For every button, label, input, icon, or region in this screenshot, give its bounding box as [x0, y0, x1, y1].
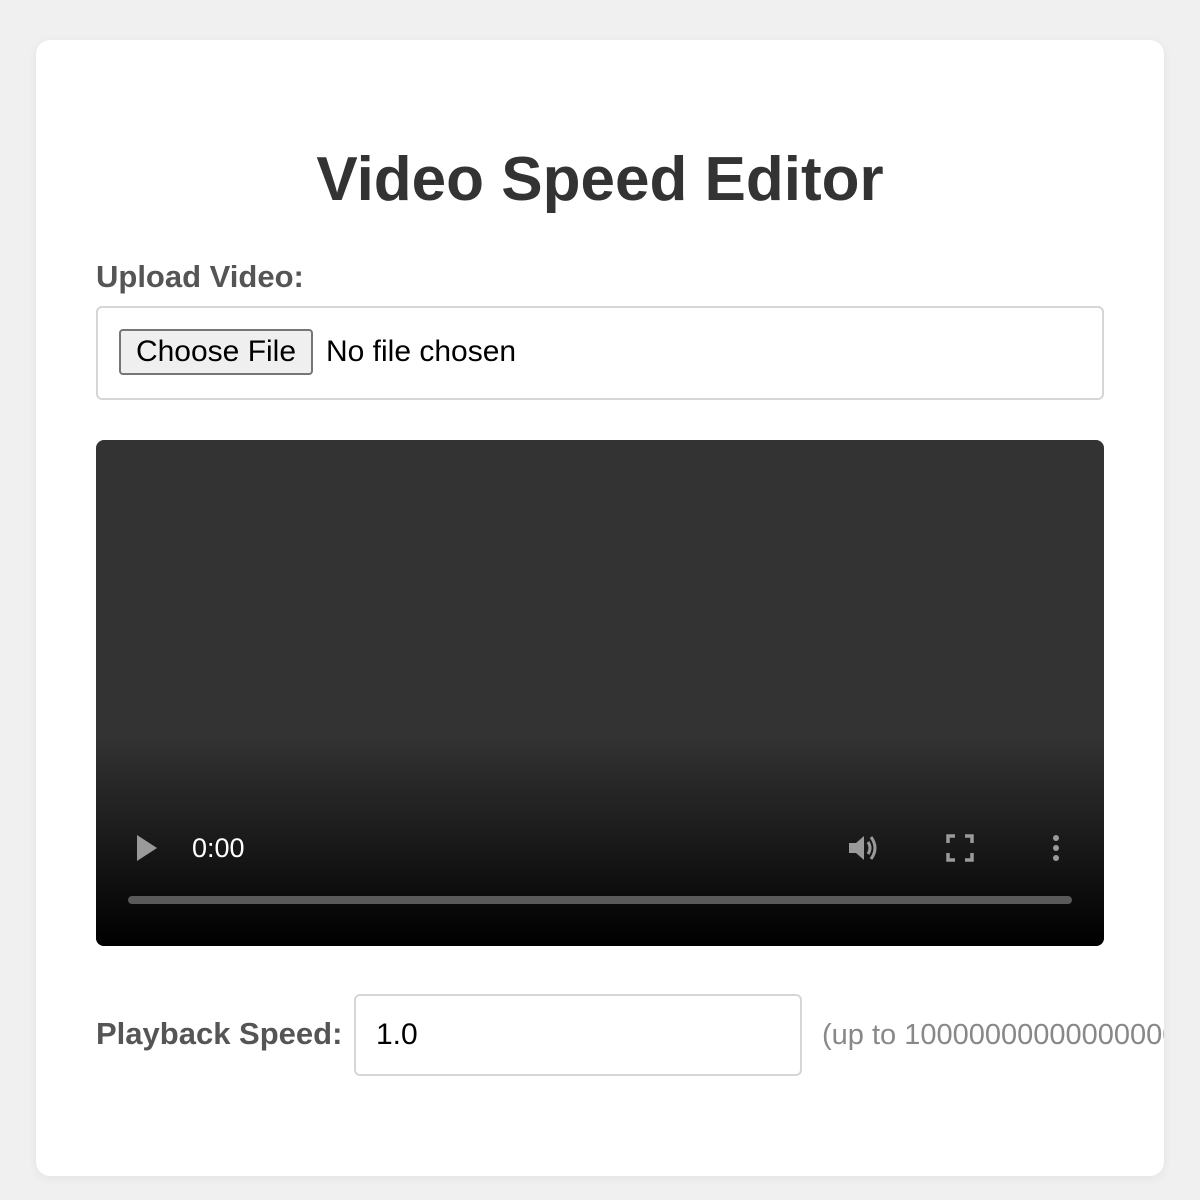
upload-video-label: Upload Video:	[96, 259, 304, 294]
file-status-text: No file chosen	[326, 335, 517, 368]
fullscreen-icon[interactable]	[940, 828, 980, 868]
file-input[interactable]: Choose File No file chosen	[96, 306, 1104, 400]
volume-icon[interactable]	[844, 828, 884, 868]
video-player[interactable]: 0:00	[96, 440, 1104, 946]
playback-speed-label: Playback Speed:	[96, 1016, 343, 1051]
editor-card: Video Speed Editor Upload Video: Choose …	[36, 40, 1164, 1176]
playback-speed-input[interactable]	[354, 994, 802, 1076]
page-title: Video Speed Editor	[316, 145, 884, 214]
play-icon[interactable]	[126, 828, 166, 868]
video-progress-bar[interactable]	[128, 896, 1072, 904]
current-time: 0:00	[192, 833, 245, 863]
more-vertical-icon[interactable]	[1036, 828, 1076, 868]
speed-limit-hint: (up to 10000000000000000000	[822, 1019, 1164, 1051]
choose-file-button[interactable]: Choose File	[119, 329, 313, 375]
